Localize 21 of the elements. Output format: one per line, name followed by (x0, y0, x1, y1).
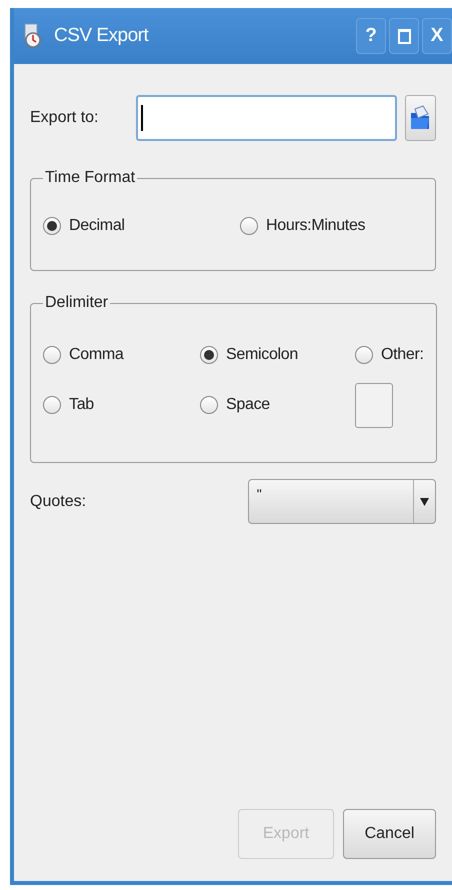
dropdown-arrow-icon (420, 498, 429, 506)
export-path-field[interactable] (136, 95, 397, 141)
cancel-button[interactable]: Cancel (343, 809, 436, 859)
radio-button[interactable]: Other: (355, 343, 424, 367)
other-delimiter-field[interactable] (355, 383, 393, 428)
window-title: CSV Export (54, 24, 150, 48)
radio-button[interactable]: Comma (43, 343, 200, 367)
radio-button[interactable]: Hours:Minutes (240, 214, 423, 238)
quotes-dropdown[interactable]: " (248, 479, 436, 524)
radio-button[interactable]: Tab (43, 393, 200, 417)
folder-icon (409, 105, 432, 131)
export-to-label: Export to: (30, 108, 100, 128)
group-title: Time Format (44, 168, 136, 188)
maximize-icon (398, 28, 410, 44)
group-title: Delimiter (44, 293, 110, 313)
radio-button[interactable]: Space (200, 393, 355, 417)
radio-button[interactable]: Decimal (43, 214, 240, 238)
maximize-button[interactable] (389, 18, 419, 54)
quotes-label: Quotes: (30, 492, 88, 512)
browse-button[interactable] (404, 95, 436, 141)
radio-button[interactable]: Semicolon (200, 343, 355, 367)
